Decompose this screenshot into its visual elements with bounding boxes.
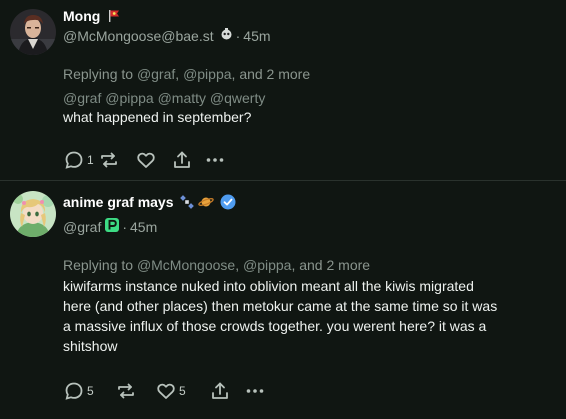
separator: · (122, 218, 128, 235)
more-button[interactable] (205, 148, 229, 172)
p-badge-icon (105, 218, 120, 235)
post-actions: 5 5 (63, 379, 269, 403)
reply-button[interactable]: 1 (63, 148, 98, 172)
display-name-text[interactable]: Mong (63, 8, 100, 24)
verified-icon (220, 194, 236, 213)
reply-mention[interactable]: @graf (137, 66, 175, 82)
share-button[interactable] (171, 148, 205, 172)
favourite-count: 5 (179, 384, 186, 398)
favourite-button[interactable]: 5 (155, 379, 209, 403)
avatar[interactable] (10, 191, 56, 237)
reply-more[interactable]: and 2 more (239, 66, 310, 82)
reply-icon (63, 149, 85, 171)
replying-to: Replying to @graf, @pippa, and 2 more (63, 66, 311, 82)
favourite-button[interactable] (135, 148, 171, 172)
avatar[interactable] (10, 9, 56, 55)
more-button[interactable] (245, 379, 269, 403)
post-body-line: here (and other places) then metokur cam… (63, 298, 498, 314)
timestamp[interactable]: 45m (243, 28, 270, 44)
bot-icon (220, 28, 233, 44)
post-body-line: a massive influx of those crowds togethe… (63, 318, 487, 334)
reply-button[interactable]: 5 (63, 379, 115, 403)
handle-line: @McMongoose@bae.st · 45m (63, 28, 271, 44)
reply-mention[interactable]: @pippa (243, 257, 291, 273)
flag-icon (108, 9, 120, 25)
share-button[interactable] (209, 379, 245, 403)
post-mong: Mong @McMongoose@bae.st · 45m Replying t… (0, 0, 566, 181)
handle[interactable]: @graf (63, 219, 101, 235)
reply-more[interactable]: and 2 more (299, 257, 370, 273)
reply-icon (63, 380, 85, 402)
boost-icon (98, 149, 120, 171)
post-body: what happened in september? (63, 107, 251, 127)
more-icon (245, 380, 265, 402)
post-graf: anime graf mays @graf · 45m Replying to … (0, 181, 566, 419)
replying-to: Replying to @McMongoose, @pippa, and 2 m… (63, 257, 371, 273)
favourite-icon (135, 149, 157, 171)
display-name-text[interactable]: anime graf mays (63, 194, 174, 210)
replying-prefix: Replying to (63, 257, 134, 273)
boost-button[interactable] (115, 379, 155, 403)
share-icon (209, 380, 231, 402)
replying-prefix: Replying to (63, 66, 134, 82)
post-body-line: kiwifarms instance nuked into oblivion m… (63, 278, 474, 294)
favourite-icon (155, 380, 177, 402)
more-icon (205, 149, 225, 171)
satellite-emoji-icon (180, 195, 195, 212)
boost-button[interactable] (98, 148, 135, 172)
reply-count: 1 (87, 153, 94, 167)
planet-emoji-icon (198, 195, 215, 212)
share-icon (171, 149, 193, 171)
post-body: kiwifarms instance nuked into oblivion m… (63, 276, 558, 356)
handle[interactable]: @McMongoose@bae.st (63, 28, 214, 44)
mentions-line[interactable]: @graf @pippa @matty @qwerty (63, 90, 265, 106)
reply-count: 5 (87, 384, 94, 398)
post-body-line: what happened in september? (63, 109, 252, 125)
display-name[interactable]: Mong (63, 8, 120, 25)
post-body-line: shitshow (63, 338, 118, 354)
post-actions: 1 (63, 148, 229, 172)
boost-icon (115, 380, 137, 402)
display-name[interactable]: anime graf mays (63, 194, 236, 213)
reply-mention[interactable]: @McMongoose (137, 257, 235, 273)
reply-mention[interactable]: @pippa (183, 66, 231, 82)
handle-line: @graf · 45m (63, 218, 157, 235)
separator: · (235, 28, 241, 44)
timestamp[interactable]: 45m (130, 219, 157, 235)
